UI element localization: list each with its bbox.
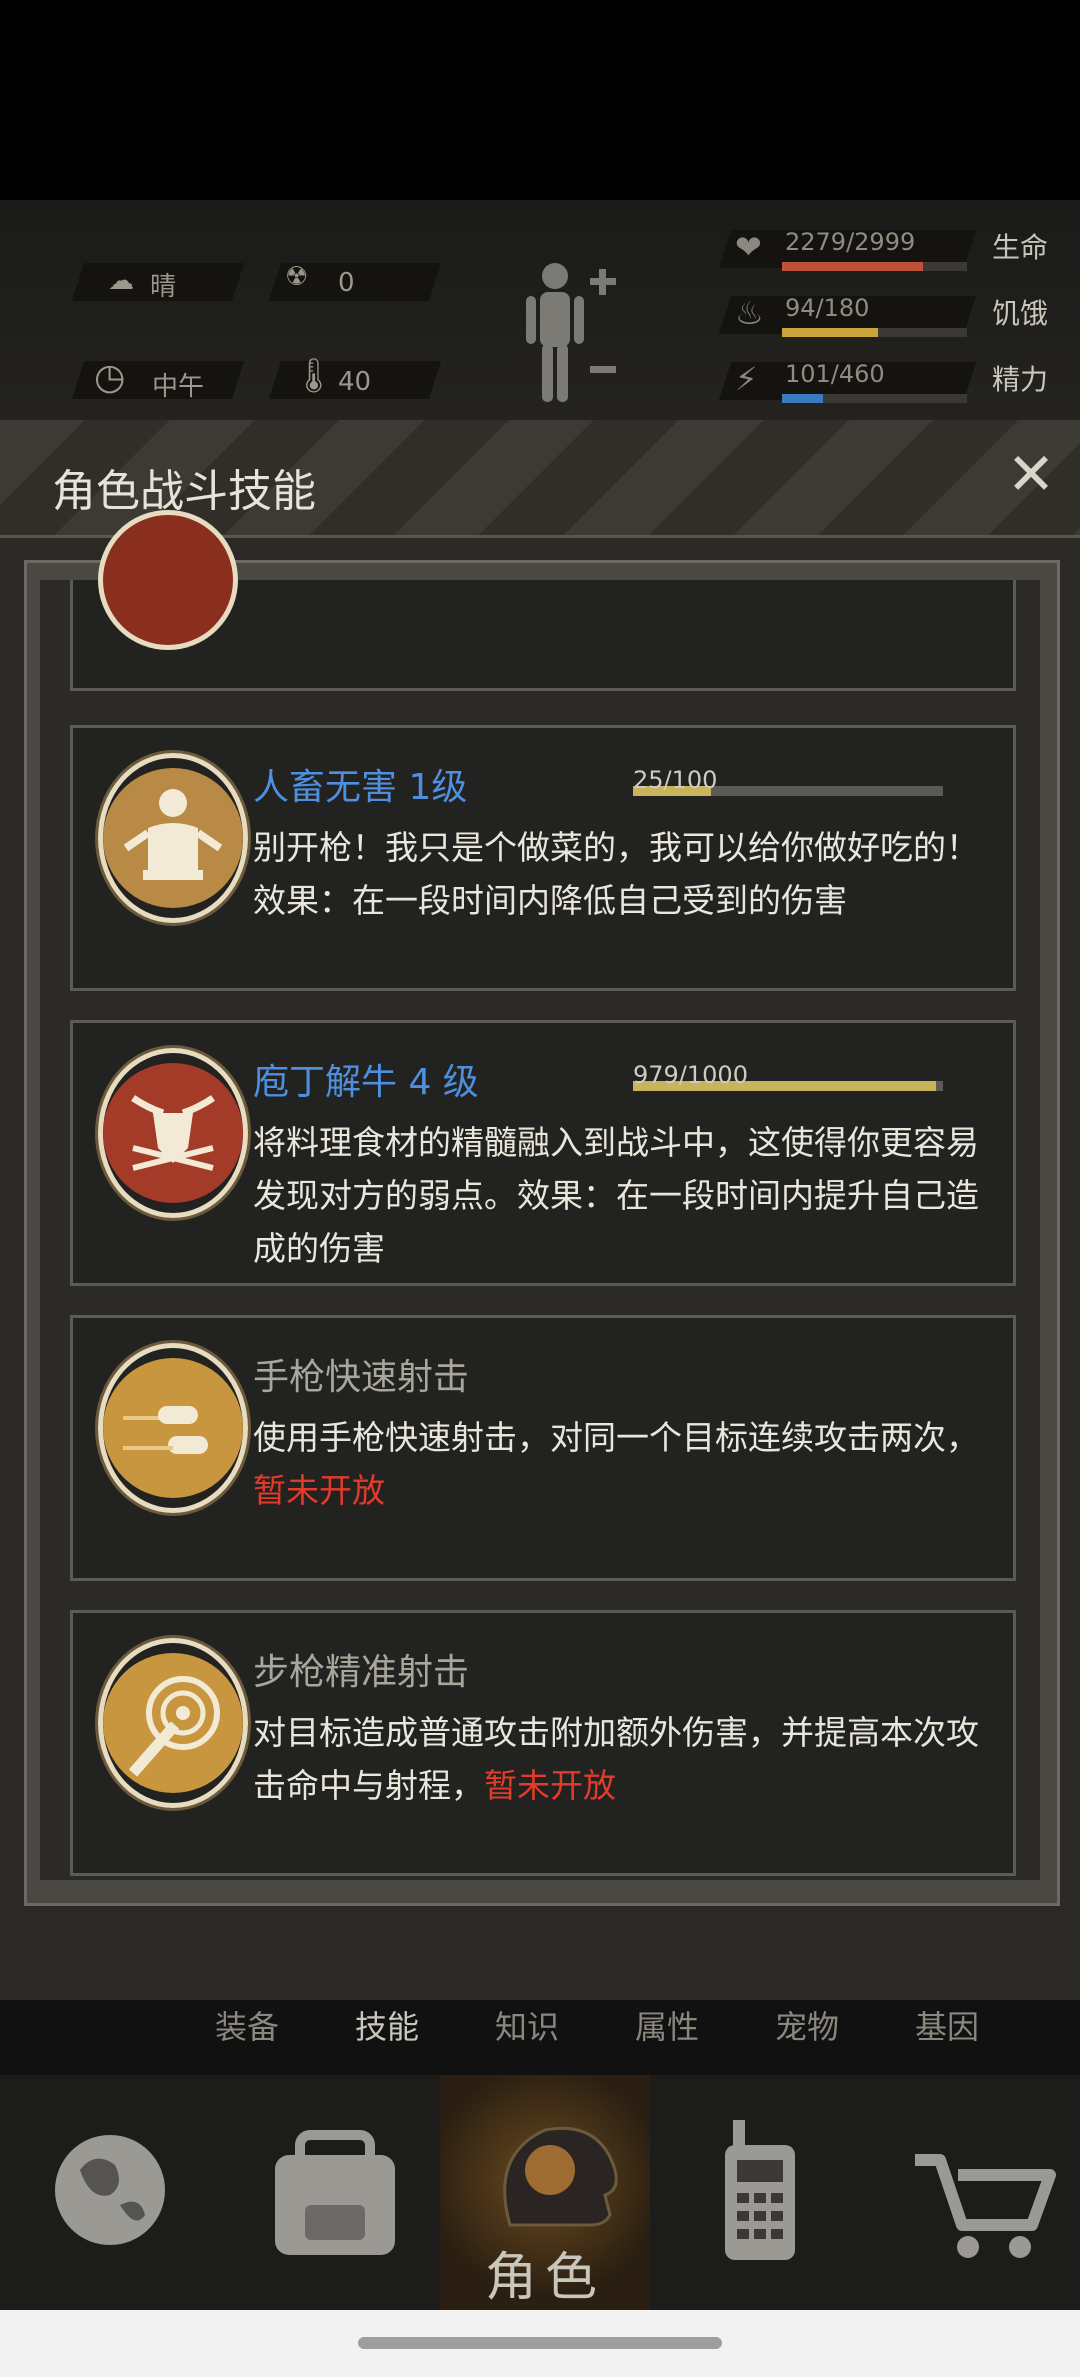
skill-card[interactable]: 庖丁解牛 4 级 979/1000 将料理食材的精髓融入到战斗中，这使得你更容易发… — [70, 1020, 1016, 1286]
home-indicator[interactable] — [358, 2337, 722, 2349]
radiation-icon: ☢ — [285, 262, 309, 292]
stat-value: 101/460 — [785, 360, 885, 388]
skill-card[interactable]: 手枪快速射击使用手枪快速射击，对同一个目标连续攻击两次，暂未开放 — [70, 1315, 1016, 1581]
stat-bar — [782, 394, 967, 403]
stat-bar-fill — [782, 328, 879, 337]
sub-tab[interactable]: 属性 — [635, 2002, 699, 2048]
energy-icon: ⚡ — [735, 360, 758, 398]
stat-label: 生命 — [992, 231, 1049, 264]
skill-description: 对目标造成普通攻击附加额外伤害，并提高本次攻击命中与射程，暂未开放 — [253, 1713, 979, 1805]
stat-bar — [782, 262, 967, 271]
skill-description: 别开枪！我只是个做菜的，我可以给你做好吃的！效果：在一段时间内降低自己受到的伤害 — [253, 828, 979, 920]
sub-tab[interactable]: 技能 — [355, 2002, 419, 2048]
stat-label: 饥饿 — [992, 297, 1049, 330]
panel-title: 角色战斗技能 — [52, 466, 316, 517]
bullets-icon — [98, 1343, 248, 1513]
heart-icon: ❤ — [735, 228, 762, 266]
skill-card-partial — [70, 510, 1016, 691]
temperature-value: 40 — [338, 367, 372, 397]
nav-shop[interactable] — [870, 2075, 1080, 2310]
stat-label: 精力 — [992, 363, 1049, 396]
skill-name: 步枪精准射击 — [253, 1652, 470, 1693]
locked-label: 暂未开放 — [484, 1766, 616, 1805]
skill-description: 将料理食材的精髓融入到战斗中，这使得你更容易发现对方的弱点。效果：在一段时间内提… — [253, 1123, 979, 1268]
skill-card[interactable]: 人畜无害 1级 25/100 别开枪！我只是个做菜的，我可以给你做好吃的！效果：在… — [70, 725, 1016, 991]
nav-character-label: 角色 — [484, 2248, 605, 2308]
skill-progress-text: 979/1000 — [633, 1061, 748, 1089]
character-icon — [503, 2126, 618, 2227]
thermometer-icon: 🌡 — [292, 356, 336, 396]
skill-icon — [98, 510, 238, 650]
skill-name: 人畜无害 1级 — [253, 767, 468, 808]
walkie-talkie-icon — [725, 2120, 795, 2260]
stat-bar-fill — [782, 394, 823, 403]
nav-character[interactable]: 角色 — [440, 2075, 650, 2310]
cloud-icon: ☁ — [108, 266, 134, 296]
skill-name: 庖丁解牛 4 级 — [253, 1062, 479, 1103]
weather-text: 晴 — [150, 272, 177, 302]
nav-radio[interactable] — [655, 2075, 865, 2310]
globe-icon — [55, 2135, 165, 2245]
clock-icon: ◷ — [94, 357, 126, 398]
skill-card[interactable]: 步枪精准射击对目标造成普通攻击附加额外伤害，并提高本次攻击命中与射程，暂未开放 — [70, 1610, 1016, 1876]
skill-description: 使用手枪快速射击，对同一个目标连续攻击两次，暂未开放 — [253, 1418, 979, 1510]
nav-world[interactable] — [20, 2075, 230, 2310]
sub-tab[interactable]: 基因 — [915, 2002, 979, 2048]
stat-bar-fill — [782, 262, 923, 271]
skill-name: 手枪快速射击 — [253, 1357, 470, 1398]
skill-progress-text: 25/100 — [633, 766, 718, 794]
time-text: 中午 — [152, 372, 205, 402]
bull-skull-knives-icon — [98, 1048, 248, 1218]
sub-tab[interactable]: 知识 — [495, 2002, 559, 2048]
stat-bar — [782, 328, 967, 337]
radiation-value: 0 — [338, 268, 355, 298]
locked-label: 暂未开放 — [253, 1471, 385, 1510]
nav-inventory[interactable] — [230, 2075, 440, 2310]
stat-value: 2279/2999 — [785, 228, 916, 256]
sub-tab[interactable]: 宠物 — [775, 2002, 839, 2048]
backpack-icon — [275, 2130, 395, 2255]
cart-icon — [915, 2154, 1056, 2258]
target-bullet-icon — [98, 1638, 248, 1808]
close-button[interactable]: ✕ — [1005, 445, 1057, 503]
chef-shrug-icon — [98, 753, 248, 923]
stat-value: 94/180 — [785, 294, 870, 322]
body-status-icon[interactable] — [520, 258, 620, 408]
sub-tab[interactable]: 装备 — [215, 2002, 279, 2048]
stomach-icon: ♨ — [735, 294, 764, 332]
